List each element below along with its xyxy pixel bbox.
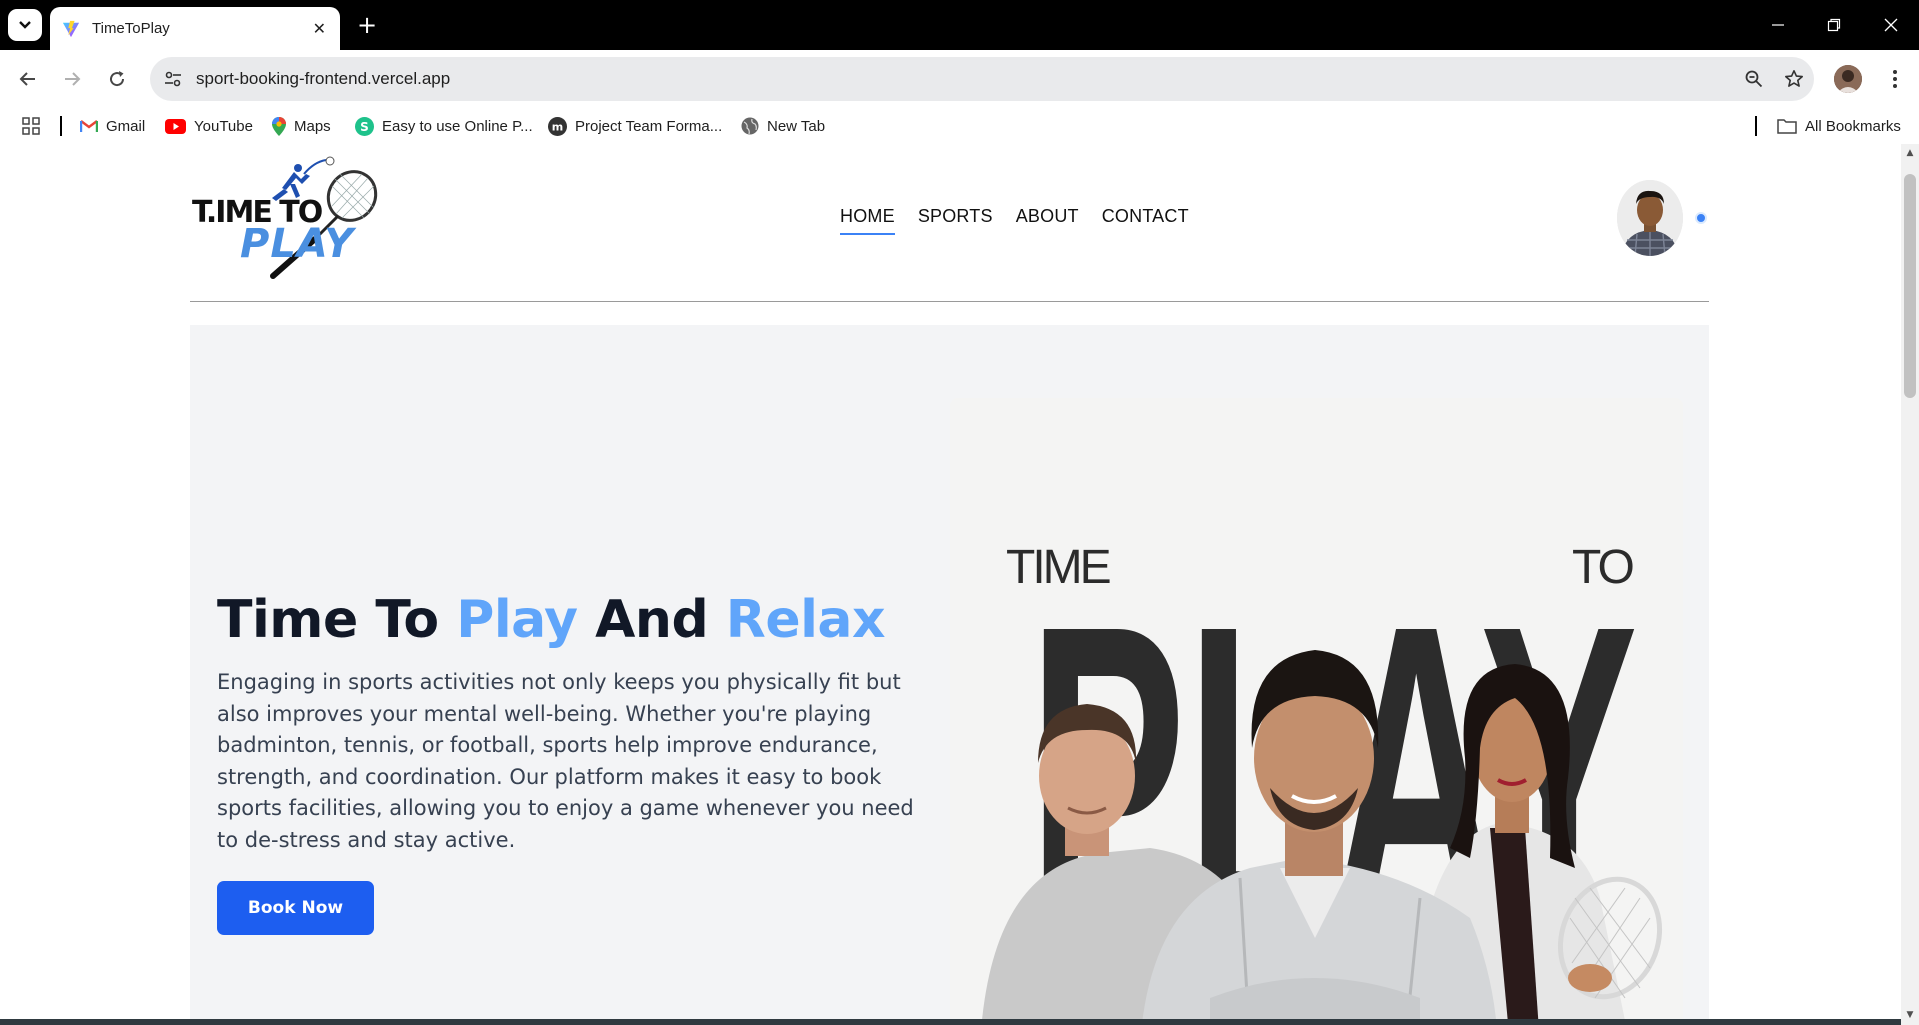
bookmark-label: New Tab [767,117,826,135]
zoom-button[interactable] [1734,59,1774,99]
tab-search-button[interactable] [8,9,42,41]
restore-button[interactable] [1814,10,1854,40]
folder-icon [1777,119,1797,134]
bookmark-new-tab[interactable]: New Tab [741,114,825,138]
back-button[interactable] [12,63,44,95]
more-vertical-icon [1893,70,1897,88]
apps-button[interactable] [22,114,40,138]
user-avatar[interactable] [1617,180,1683,256]
bookmark-star-button[interactable] [1774,59,1814,99]
time-to-play-logo[interactable]: T.IME TO PLAY [190,154,390,280]
site-header: T.IME TO PLAY HOME SPORTS ABOUT CONTACT [190,144,1709,302]
all-bookmarks-button[interactable]: All Bookmarks [1777,114,1901,138]
close-icon [1884,18,1898,32]
apps-grid-icon [22,117,40,135]
main-nav: HOME SPORTS ABOUT CONTACT [840,206,1189,235]
active-tab[interactable]: TimeToPlay ✕ [50,7,340,50]
m-icon: m [548,116,567,136]
svg-text:S: S [360,120,369,134]
hero-title-part: Time To [217,590,457,650]
browser-profile-avatar[interactable] [1834,65,1862,93]
tab-title: TimeToPlay [92,20,170,37]
svg-text:m: m [552,120,563,133]
gmail-icon [80,120,98,132]
browser-menu-button[interactable] [1880,63,1910,95]
hero-title: Time To Play And Relax [217,590,886,650]
bookmark-maps[interactable]: Maps [272,114,331,138]
bookmark-label: Easy to use Online P... [382,117,533,135]
taskbar-edge [0,1019,1901,1025]
hero-title-highlight: Relax [725,590,886,650]
browser-toolbar: sport-booking-frontend.vercel.app [0,50,1919,108]
nav-home[interactable]: HOME [840,206,895,235]
poster-artwork: TIME TO PLAY [950,398,1683,1025]
hero-title-highlight: Play [456,590,578,650]
forward-button[interactable] [56,63,88,95]
bookmark-label: Gmail [106,117,146,135]
scroll-up-arrow-icon[interactable]: ▲ [1905,148,1915,158]
new-tab-button[interactable]: + [352,10,382,40]
restore-icon [1827,18,1841,32]
profile-photo-icon [1834,65,1862,93]
page-scrollbar[interactable]: ▲ ▼ [1901,144,1919,1025]
user-photo-icon [1617,180,1683,256]
hero-title-part: And [577,590,726,650]
minimize-icon [1772,24,1784,26]
tab-strip: TimeToPlay ✕ + [0,0,1919,50]
arrow-left-icon [19,72,35,86]
hero-description: Engaging in sports activities not only k… [217,670,914,852]
url-text[interactable]: sport-booking-frontend.vercel.app [196,69,1734,89]
nav-about[interactable]: ABOUT [1016,206,1079,235]
scroll-down-arrow-icon[interactable]: ▼ [1905,1010,1915,1020]
maps-icon [272,116,286,136]
notification-dot [1695,212,1707,224]
address-bar[interactable]: sport-booking-frontend.vercel.app [150,57,1814,101]
all-bookmarks-label: All Bookmarks [1805,117,1901,135]
bookmarks-separator [1755,116,1757,136]
bookmarks-separator [60,116,62,136]
hero-section: Time To Play And Relax Engaging in sport… [190,325,1709,1025]
site-info-icon[interactable] [164,70,182,88]
page-viewport: T.IME TO PLAY HOME SPORTS ABOUT CONTACT … [0,144,1901,1025]
hero-poster-image: TIME TO PLAY [950,398,1683,1025]
logo-text-play: PLAY [240,221,357,267]
reload-icon [110,71,125,87]
globe-icon [741,117,759,135]
star-icon [1785,70,1803,87]
scroll-thumb[interactable] [1904,174,1916,398]
reload-button[interactable] [101,63,133,95]
tab-close-icon[interactable]: ✕ [313,19,326,38]
close-window-button[interactable] [1871,10,1911,40]
vite-favicon-icon [62,20,80,37]
bookmark-project-team[interactable]: m Project Team Forma... [548,114,722,138]
bookmark-label: Project Team Forma... [575,117,723,135]
youtube-icon [165,118,186,134]
book-now-button[interactable]: Book Now [217,881,374,935]
bookmark-gmail[interactable]: Gmail [80,114,145,138]
nav-sports[interactable]: SPORTS [918,206,993,235]
bookmark-label: Maps [294,117,331,135]
arrow-right-icon [65,72,81,86]
chevron-down-icon [19,21,31,29]
bookmarks-bar: Gmail YouTube Maps S Easy to use Online … [0,108,1919,144]
zoom-out-icon [1745,70,1763,88]
bookmark-youtube[interactable]: YouTube [165,114,253,138]
bookmark-easy-to-use[interactable]: S Easy to use Online P... [355,114,533,138]
minimize-button[interactable] [1758,10,1798,40]
s-icon: S [355,116,374,136]
bookmark-label: YouTube [194,117,253,135]
nav-contact[interactable]: CONTACT [1102,206,1189,235]
